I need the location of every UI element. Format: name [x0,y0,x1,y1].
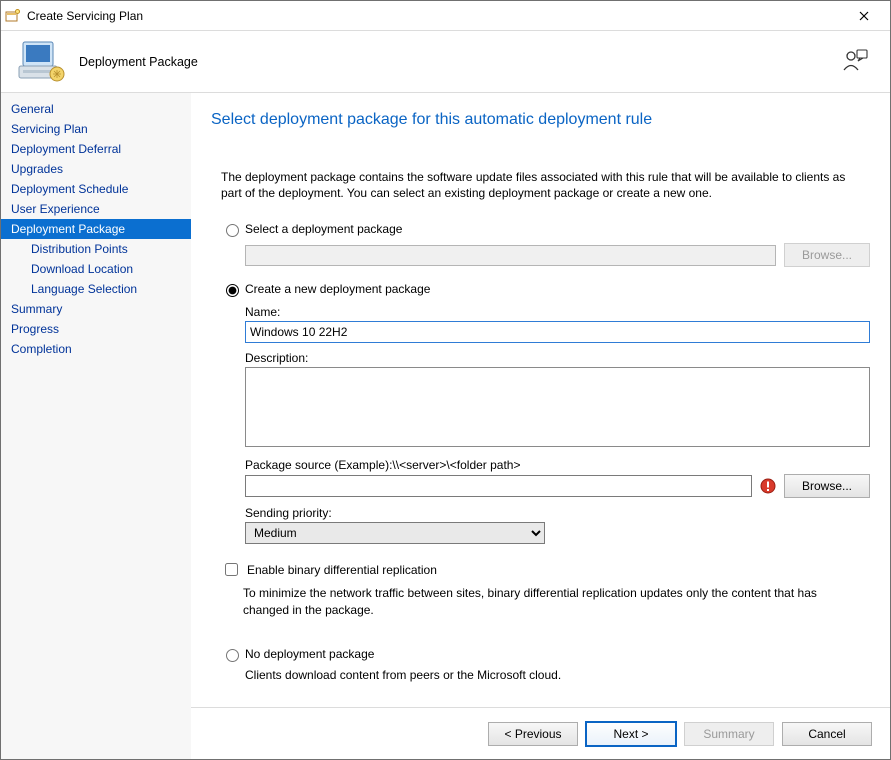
sidebar-item-label: Deployment Package [11,222,125,236]
option-no-package[interactable]: No deployment package [211,646,870,662]
radio-label: Create a new deployment package [245,282,430,296]
binary-diff-checkbox[interactable] [225,563,238,576]
sidebar-item-label: Deployment Schedule [11,182,128,196]
description-label: Description: [245,351,870,365]
next-button[interactable]: Next > [586,722,676,746]
sidebar-item-label: Progress [11,322,59,336]
close-button[interactable] [841,2,886,30]
browse-source-button[interactable]: Browse... [784,474,870,498]
wizard-sidebar: General Servicing Plan Deployment Deferr… [1,93,191,759]
sidebar-item-deployment-package[interactable]: Deployment Package [1,219,191,239]
sidebar-item-label: Completion [11,342,72,356]
radio-label: Select a deployment package [245,222,402,236]
sidebar-item-label: General [11,102,54,116]
summary-button: Summary [684,722,774,746]
feedback-icon[interactable] [842,47,868,73]
wizard-icon [5,8,21,24]
sidebar-item-deployment-schedule[interactable]: Deployment Schedule [1,179,191,199]
radio-create-package[interactable] [226,284,239,297]
wizard-footer: < Previous Next > Summary Cancel [191,707,890,759]
sidebar-item-general[interactable]: General [1,99,191,119]
checkbox-label: Enable binary differential replication [247,563,437,577]
sidebar-item-language-selection[interactable]: Language Selection [1,279,191,299]
sidebar-item-label: Download Location [31,262,133,276]
sidebar-item-distribution-points[interactable]: Distribution Points [1,239,191,259]
sidebar-item-label: User Experience [11,202,100,216]
intro-text: The deployment package contains the soft… [211,169,870,201]
error-icon [760,478,776,494]
radio-label: No deployment package [245,647,374,661]
source-label: Package source (Example):\\<server>\<fol… [245,458,870,472]
sidebar-item-label: Upgrades [11,162,63,176]
sidebar-item-download-location[interactable]: Download Location [1,259,191,279]
no-package-hint: Clients download content from peers or t… [211,668,870,682]
sidebar-item-deployment-deferral[interactable]: Deployment Deferral [1,139,191,159]
radio-no-package[interactable] [226,649,239,662]
binary-diff-hint: To minimize the network traffic between … [211,585,870,617]
previous-button[interactable]: < Previous [488,722,578,746]
title-bar: Create Servicing Plan [1,1,890,31]
sidebar-item-label: Deployment Deferral [11,142,121,156]
sidebar-item-completion[interactable]: Completion [1,339,191,359]
sidebar-item-label: Servicing Plan [11,122,88,136]
sidebar-item-user-experience[interactable]: User Experience [1,199,191,219]
binary-diff-row[interactable]: Enable binary differential replication [211,560,870,579]
header-computer-icon [17,38,65,86]
option-create-package[interactable]: Create a new deployment package [211,281,870,297]
name-input[interactable] [245,321,870,343]
wizard-main: Select deployment package for this autom… [191,93,890,759]
sidebar-item-label: Distribution Points [31,242,128,256]
sidebar-item-label: Language Selection [31,282,137,296]
sidebar-item-label: Summary [11,302,62,316]
source-input[interactable] [245,475,752,497]
priority-label: Sending priority: [245,506,870,520]
sidebar-item-upgrades[interactable]: Upgrades [1,159,191,179]
browse-existing-button: Browse... [784,243,870,267]
wizard-body: General Servicing Plan Deployment Deferr… [1,93,890,759]
sidebar-item-progress[interactable]: Progress [1,319,191,339]
existing-package-input [245,245,776,266]
radio-select-package[interactable] [226,224,239,237]
page-heading: Select deployment package for this autom… [211,111,870,129]
wizard-window: Create Servicing Plan Deployment Package [0,0,891,760]
sidebar-item-servicing-plan[interactable]: Servicing Plan [1,119,191,139]
name-label: Name: [245,305,870,319]
description-input[interactable] [245,367,870,447]
cancel-button[interactable]: Cancel [782,722,872,746]
priority-select[interactable]: Medium [245,522,545,544]
wizard-header: Deployment Package [1,31,890,93]
window-title: Create Servicing Plan [27,9,841,23]
sidebar-item-summary[interactable]: Summary [1,299,191,319]
header-page-label: Deployment Package [79,55,198,69]
option-select-package[interactable]: Select a deployment package [211,221,870,237]
